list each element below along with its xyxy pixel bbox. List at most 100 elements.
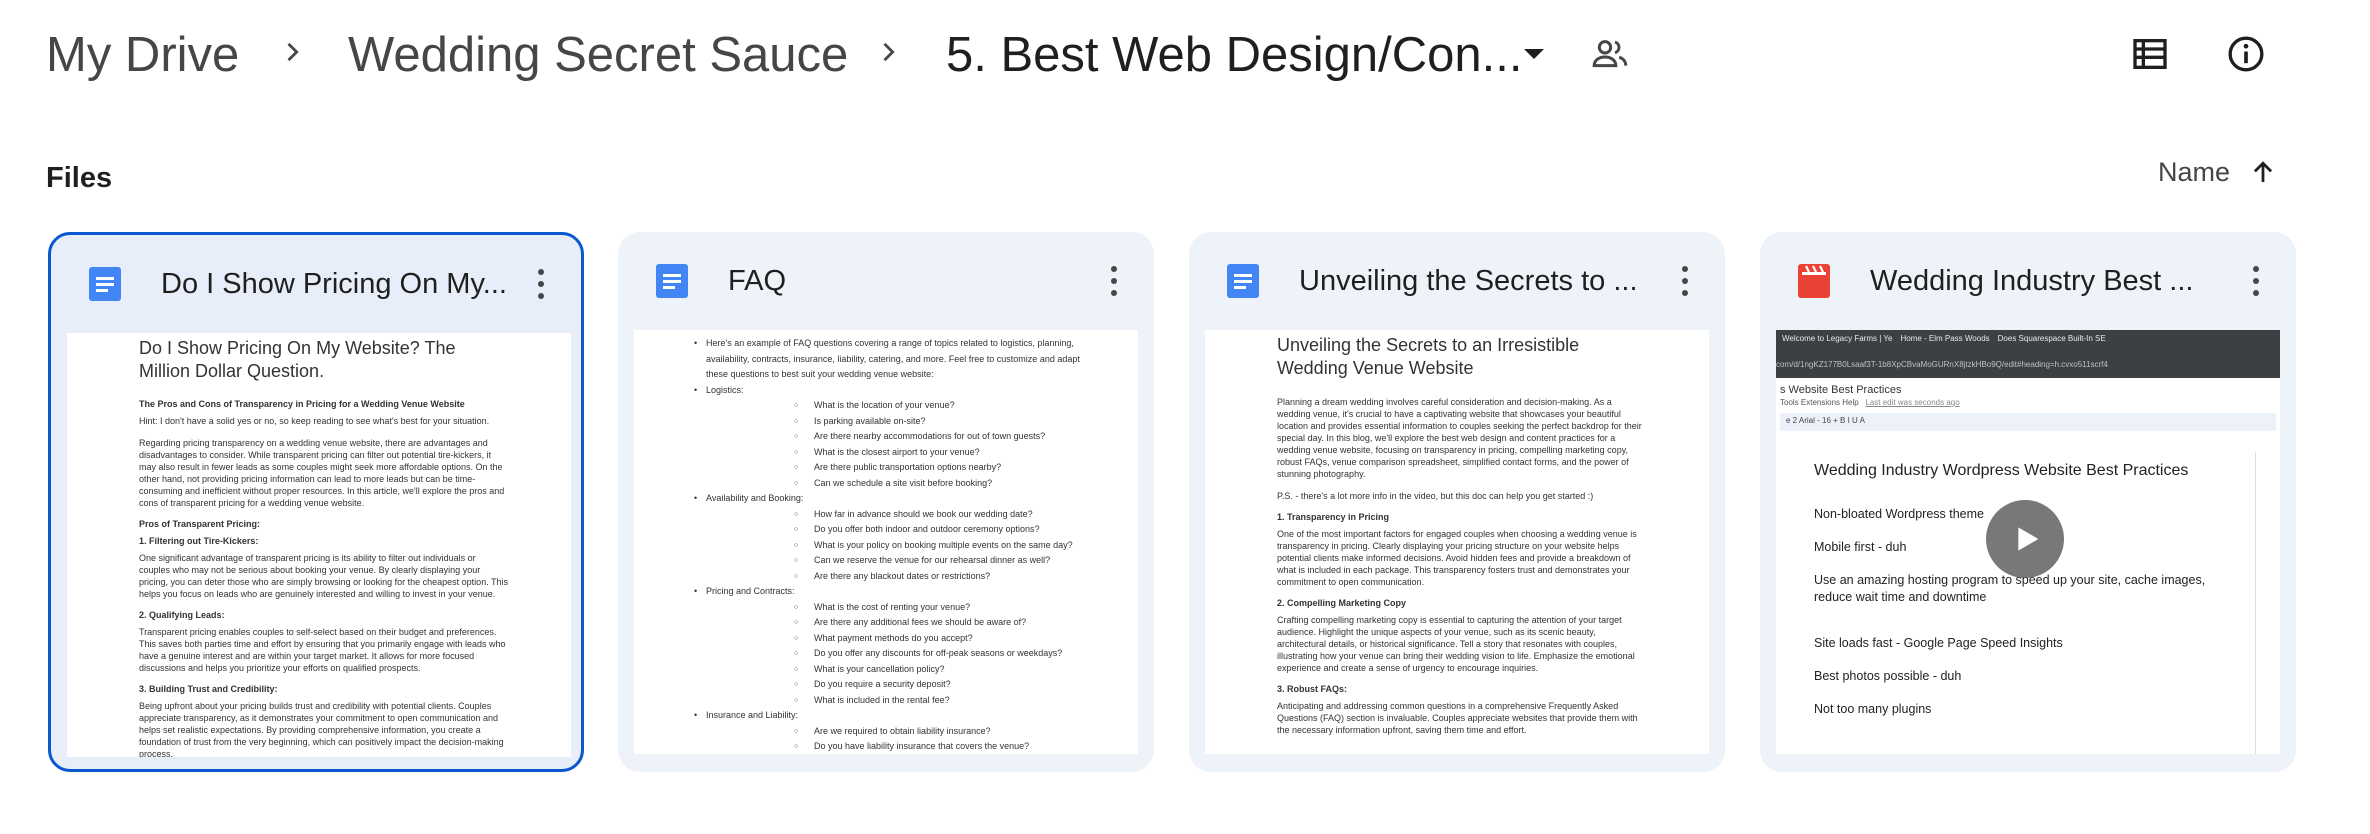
preview-paragraph: Regarding pricing transparency on a wedd…: [139, 438, 505, 508]
preview-toolbar: e 2 Arial - 16 + B I U A: [1780, 413, 2276, 431]
faq-question: What is the closest airport to your venu…: [694, 445, 1098, 461]
file-card[interactable]: Wedding Industry Best ... Welcome to Leg…: [1760, 232, 2296, 772]
google-docs-icon: [656, 264, 688, 298]
more-vert-icon[interactable]: [1675, 262, 1695, 300]
play-icon: [2018, 527, 2039, 551]
preview-paragraph: P.S. - there's a lot more info in the vi…: [1277, 491, 1594, 501]
preview-item: Not too many plugins: [1814, 702, 1932, 716]
faq-topic: Logistics:: [694, 383, 1098, 399]
video-thumbnail: Welcome to Legacy Farms | Ye Home - Elm …: [1776, 330, 2280, 754]
video-clapper-icon: [1798, 264, 1830, 298]
more-vert-icon[interactable]: [2246, 262, 2266, 300]
faq-topic: Insurance and Liability:: [694, 708, 1098, 724]
preview-paragraph: Crafting compelling marketing copy is es…: [1277, 615, 1635, 673]
preview-heading: 2. Compelling Marketing Copy: [1277, 598, 1407, 608]
browser-url: com/d/1ngKZ177B0Lsaaf3T-1b8XpCBvaMoGURnX…: [1776, 360, 2108, 369]
sort-label: Name: [2157, 156, 2230, 187]
faq-question: What payment methods do you accept?: [694, 631, 1098, 647]
preview-title: Unveiling the Secrets to an Irresistible…: [1277, 335, 1580, 378]
faq-question: Do you require a security deposit?: [694, 677, 1098, 693]
file-card-header: Wedding Industry Best ...: [1760, 232, 2296, 330]
play-button[interactable]: [1986, 500, 2064, 578]
faq-topic: Pricing and Contracts:: [694, 584, 1098, 600]
preview-heading: 1. Filtering out Tire-Kickers:: [139, 536, 259, 546]
arrow-drop-down-icon[interactable]: [1514, 34, 1554, 74]
file-card[interactable]: FAQ Here's an example of FAQ questions c…: [618, 232, 1154, 772]
preview-paragraph: One significant advantage of transparent…: [139, 553, 509, 599]
preview-last-edit: Last edit was seconds ago: [1865, 398, 1960, 407]
file-card-header: Unveiling the Secrets to ...: [1189, 232, 1725, 330]
faq-question: Do you have liability insurance that cov…: [694, 739, 1098, 754]
preview-heading: 1. Transparency in Pricing: [1277, 512, 1390, 522]
preview-heading: Wedding Industry Wordpress Website Best …: [1814, 462, 2189, 479]
preview-heading: The Pros and Cons of Transparency in Pri…: [139, 399, 465, 409]
faq-question: Is parking available on-site?: [694, 414, 1098, 430]
preview-heading: 2. Qualifying Leads:: [139, 610, 225, 620]
faq-question: What is the cost of renting your venue?: [694, 600, 1098, 616]
file-thumbnail: Unveiling the Secrets to an Irresistible…: [1205, 330, 1709, 754]
faq-question: Are there nearby accommodations for out …: [694, 429, 1098, 445]
preview-item: Best photos possible - duh: [1814, 669, 1962, 683]
faq-question: What is your cancellation policy?: [694, 662, 1098, 678]
more-vert-icon[interactable]: [531, 265, 551, 303]
preview-item: Site loads fast - Google Page Speed Insi…: [1814, 636, 2063, 650]
faq-question: Are we required to obtain liability insu…: [694, 724, 1098, 740]
google-docs-icon: [1227, 264, 1259, 298]
arrow-upward-icon: [2253, 161, 2273, 182]
sort-by-name-button[interactable]: Name: [2158, 150, 2278, 194]
browser-tab: Does Squarespace Built-In SE: [1997, 334, 2106, 343]
browser-tab: Home - Elm Pass Woods: [1900, 334, 1990, 343]
faq-question: What is your policy on booking multiple …: [694, 538, 1098, 554]
file-title: Unveiling the Secrets to ...: [1299, 265, 1638, 297]
faq-question: Are there any blackout dates or restrict…: [694, 569, 1098, 585]
browser-chrome: Welcome to Legacy Farms | Ye Home - Elm …: [1776, 330, 2280, 378]
preview-doc-page: Wedding Industry Wordpress Website Best …: [1776, 452, 2256, 754]
browser-tab: Welcome to Legacy Farms | Ye: [1782, 334, 1893, 343]
faq-topic: Here's an example of FAQ questions cover…: [694, 336, 1098, 383]
chevron-right-icon: [287, 42, 299, 62]
file-card-header: FAQ: [618, 232, 1154, 330]
preview-menu-items: Tools Extensions Help: [1780, 398, 1859, 407]
faq-question: Do you offer any discounts for off-peak …: [694, 646, 1098, 662]
breadcrumb-my-drive[interactable]: My Drive: [46, 25, 239, 85]
breadcrumb-wedding-secret-sauce[interactable]: Wedding Secret Sauce: [348, 25, 848, 85]
preview-paragraph: Anticipating and addressing common quest…: [1277, 701, 1638, 735]
people-icon[interactable]: [1590, 34, 1630, 74]
preview-heading: 3. Robust FAQs:: [1277, 684, 1348, 694]
preview-paragraph: Hint: I don't have a solid yes or no, so…: [139, 416, 490, 426]
faq-preview-list: Here's an example of FAQ questions cover…: [634, 330, 1138, 754]
faq-question: What is included in the rental fee?: [694, 693, 1098, 709]
file-title: FAQ: [728, 265, 787, 297]
google-docs-icon: [89, 267, 121, 301]
file-title: Do I Show Pricing On My...: [161, 268, 507, 300]
faq-topic: Availability and Booking:: [694, 491, 1098, 507]
files-section-label: Files: [46, 162, 113, 194]
file-card-header: Do I Show Pricing On My...: [51, 235, 581, 333]
faq-question: Can we reserve the venue for our rehears…: [694, 553, 1098, 569]
breadcrumb-current-folder[interactable]: 5. Best Web Design/Con...: [946, 25, 1523, 85]
preview-paragraph: One of the most important factors for en…: [1277, 529, 1637, 587]
preview-menu: Tools Extensions Help Last edit was seco…: [1776, 398, 2280, 413]
file-title: Wedding Industry Best ...: [1870, 265, 2194, 297]
preview-heading: 3. Building Trust and Credibility:: [139, 684, 278, 694]
breadcrumb: My Drive Wedding Secret Sauce 5. Best We…: [0, 0, 2370, 112]
faq-question: Can we schedule a site visit before book…: [694, 476, 1098, 492]
preview-doc-title: s Website Best Practices: [1780, 384, 1902, 396]
chevron-right-icon: [883, 42, 895, 62]
file-card[interactable]: Do I Show Pricing On My... Do I Show Pri…: [48, 232, 584, 772]
file-thumbnail: Do I Show Pricing On My Website? The Mil…: [67, 333, 571, 757]
faq-question: Are there public transportation options …: [694, 460, 1098, 476]
faq-question: How far in advance should we book our we…: [694, 507, 1098, 523]
file-thumbnail: Here's an example of FAQ questions cover…: [634, 330, 1138, 754]
preview-paragraph: Transparent pricing enables couples to s…: [139, 627, 506, 673]
preview-title: Do I Show Pricing On My Website? The Mil…: [139, 338, 456, 381]
file-card[interactable]: Unveiling the Secrets to ... Unveiling t…: [1189, 232, 1725, 772]
preview-paragraph: Planning a dream wedding involves carefu…: [1277, 397, 1642, 479]
faq-question: What is the location of your venue?: [694, 398, 1098, 414]
faq-question: Are there any additional fees we should …: [694, 615, 1098, 631]
more-vert-icon[interactable]: [1104, 262, 1124, 300]
preview-heading: Pros of Transparent Pricing:: [139, 519, 261, 529]
info-icon[interactable]: [2226, 34, 2266, 74]
list-view-icon[interactable]: [2130, 34, 2170, 74]
faq-question: Do you offer both indoor and outdoor cer…: [694, 522, 1098, 538]
